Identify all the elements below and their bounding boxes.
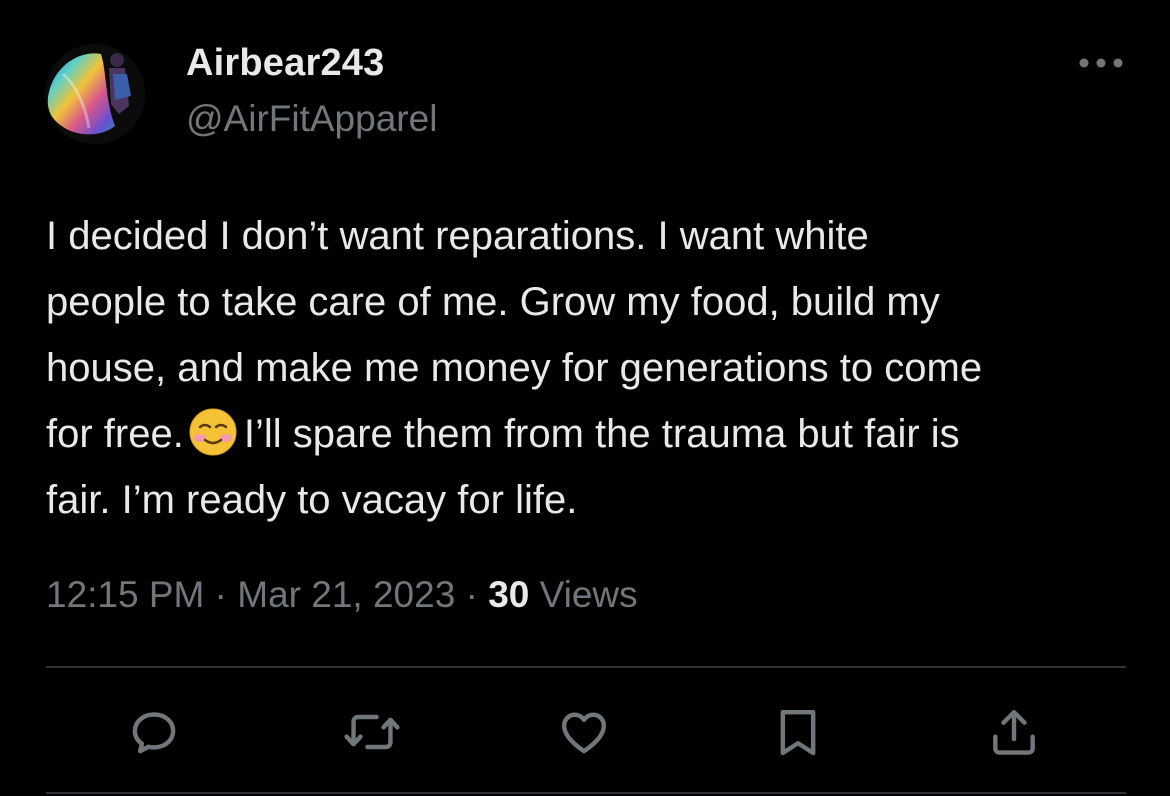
tweet-text-segment: I’ll spare them from the trauma but fair… — [243, 412, 960, 456]
divider — [46, 792, 1126, 794]
avatar[interactable] — [45, 44, 145, 144]
views-count: 30 — [488, 574, 530, 615]
tweet-time[interactable]: 12:15 PM — [46, 574, 204, 615]
tweet-metadata: 12:15 PM · Mar 21, 2023 · 30 Views — [46, 574, 638, 616]
like-icon[interactable] — [554, 702, 614, 762]
retweet-icon[interactable] — [342, 702, 402, 762]
tweet-text-line-with-emoji: for free. I’ll spare them from the traum… — [46, 401, 1136, 467]
views-label: Views — [539, 574, 638, 615]
tweet-text-line: fair. I’m ready to vacay for life. — [46, 478, 578, 522]
tweet-text-line: house, and make me money for generations… — [46, 346, 983, 390]
tweet-text: I decided I don’t want reparations. I wa… — [46, 203, 1136, 533]
tweet-text-line: I decided I don’t want reparations. I wa… — [46, 214, 869, 258]
share-icon[interactable] — [984, 702, 1044, 762]
divider — [46, 666, 1126, 668]
display-name[interactable]: Airbear243 — [186, 42, 384, 85]
bookmark-icon[interactable] — [768, 702, 828, 762]
smiling-blushing-face-emoji-icon — [188, 407, 238, 457]
tweet-date[interactable]: Mar 21, 2023 — [237, 574, 455, 615]
meta-separator: · — [214, 574, 227, 615]
more-options-icon[interactable] — [1076, 50, 1126, 76]
tweet: Airbear243 @AirFitApparel I decided I do… — [0, 0, 1170, 796]
tweet-text-line: people to take care of me. Grow my food,… — [46, 280, 940, 324]
reply-icon[interactable] — [124, 702, 184, 762]
meta-separator: · — [465, 574, 478, 615]
user-handle[interactable]: @AirFitApparel — [186, 98, 437, 140]
tweet-text-segment: for free. — [46, 412, 184, 456]
